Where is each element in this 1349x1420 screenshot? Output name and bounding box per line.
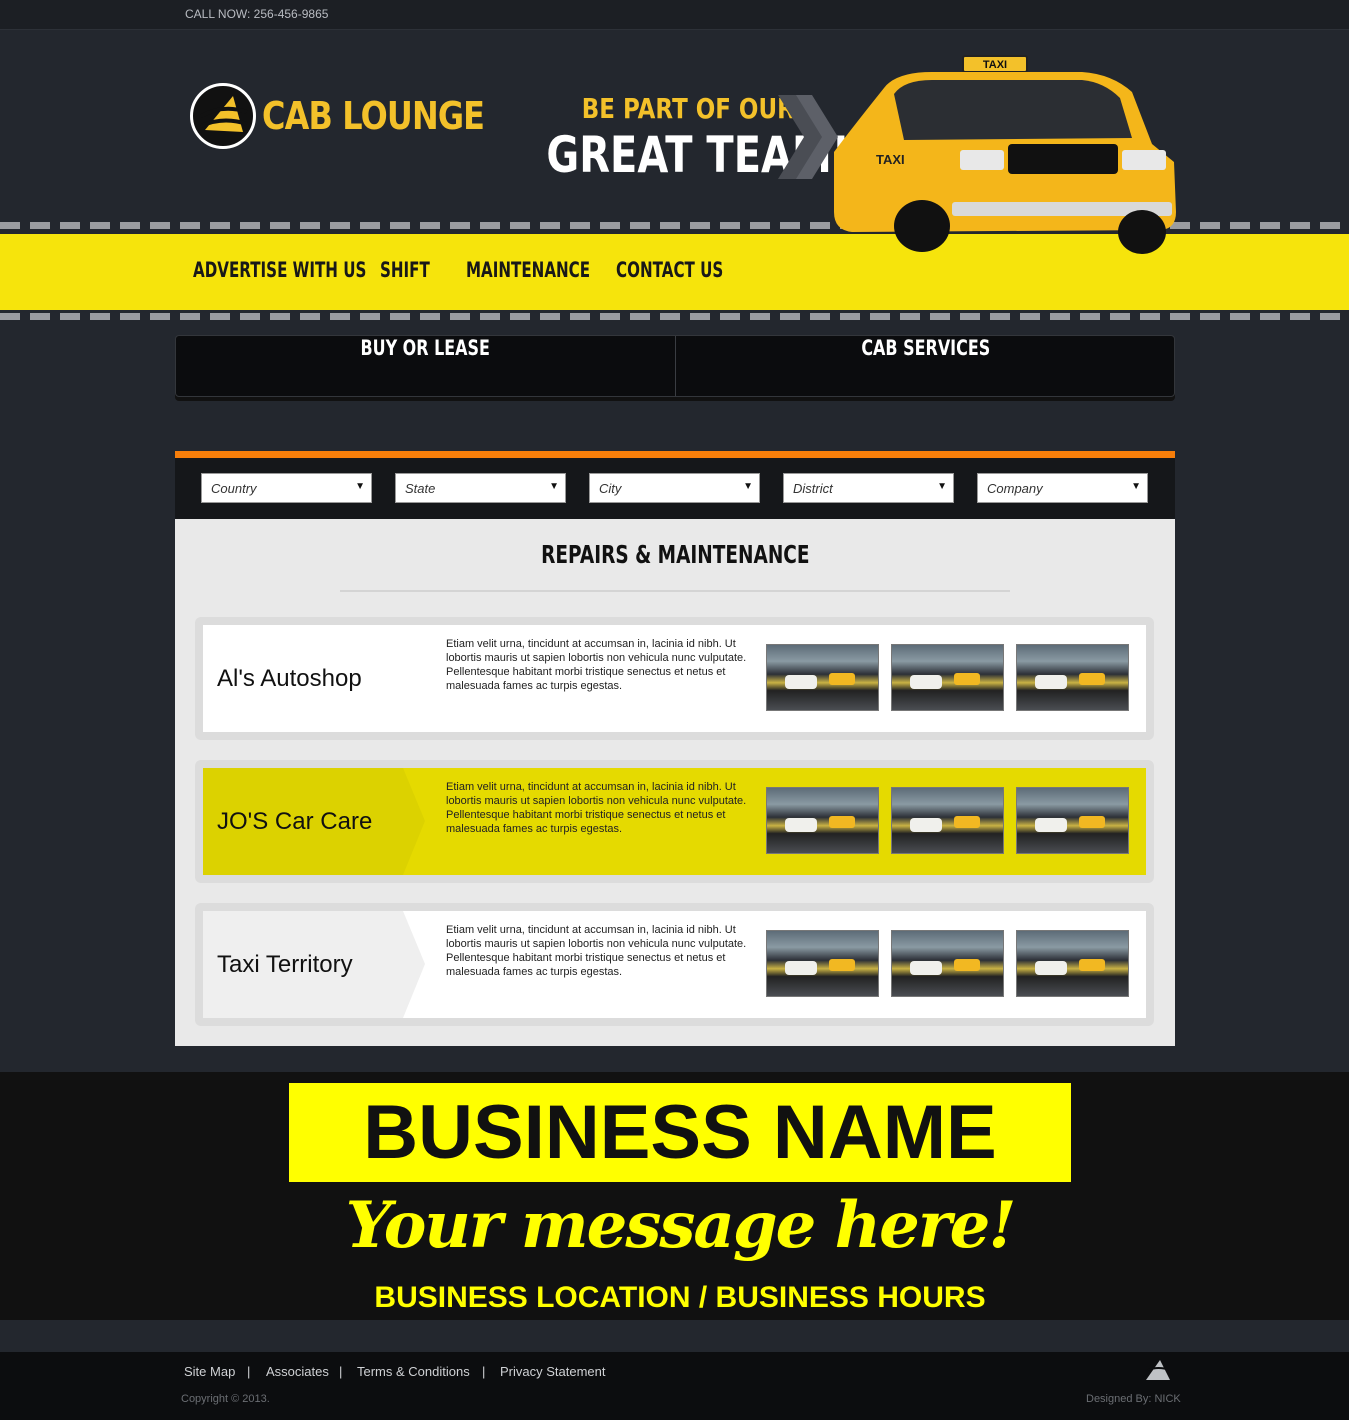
listing-card-body: Al's Autoshop Etiam velit urna, tincidun… [203, 625, 1146, 732]
tab-bar: BUY OR LEASE CAB SERVICES [175, 335, 1175, 397]
tab-cab-services[interactable]: CAB SERVICES [676, 336, 1175, 396]
listing-description: Etiam velit urna, tincidunt at accumsan … [446, 924, 747, 978]
road-stripe-bottom [0, 313, 1349, 320]
city-select[interactable]: City ▼ [589, 473, 760, 503]
copyright: Copyright © 2013. [181, 1393, 270, 1405]
logo-icon[interactable] [190, 83, 256, 149]
brand-name[interactable]: CAB LOUNGE [262, 94, 485, 138]
company-select[interactable]: Company ▼ [977, 473, 1148, 503]
taxi-sign-text: TAXI [983, 59, 1007, 71]
country-select-value: Country [211, 481, 257, 496]
taxi-car-image: TAXI TAXI [834, 55, 1176, 254]
district-select[interactable]: District ▼ [783, 473, 954, 503]
listing-photo[interactable] [766, 787, 879, 854]
tab-buy-or-lease[interactable]: BUY OR LEASE [176, 336, 675, 396]
listing-card-body: Taxi Territory Etiam velit urna, tincidu… [203, 911, 1146, 1018]
listing-photo[interactable] [1016, 787, 1129, 854]
dropdown-arrow-icon: ▼ [743, 481, 753, 492]
state-select-value: State [405, 481, 436, 496]
listing-photo[interactable] [766, 644, 879, 711]
call-now-text: CALL NOW: 256-456-9865 [185, 7, 329, 21]
section-title-text: REPAIRS & MAINTENANCE [540, 540, 810, 569]
listing-card[interactable]: Taxi Territory Etiam velit urna, tincidu… [195, 903, 1154, 1026]
listing-card[interactable]: JO'S Car Care Etiam velit urna, tincidun… [195, 760, 1154, 883]
nav-shift[interactable]: SHIFT [380, 258, 430, 282]
promo-message: Your message here! [345, 1188, 1017, 1263]
business-name: BUSINESS NAME [363, 1090, 997, 1175]
listing-photo[interactable] [766, 930, 879, 997]
listing-card[interactable]: Al's Autoshop Etiam velit urna, tincidun… [195, 617, 1154, 740]
listing-card-body: JO'S Car Care Etiam velit urna, tincidun… [203, 768, 1146, 875]
designed-by: Designed By: NICK [1086, 1393, 1181, 1405]
footer-logo-icon[interactable] [1144, 1358, 1172, 1382]
footer-separator: | [482, 1364, 486, 1379]
dropdown-arrow-icon: ▼ [1131, 481, 1141, 492]
listing-description: Etiam velit urna, tincidunt at accumsan … [446, 638, 747, 692]
dropdown-arrow-icon: ▼ [549, 481, 559, 492]
section-title: REPAIRS & MAINTENANCE [175, 540, 1175, 569]
footer-separator: | [339, 1364, 343, 1379]
state-select[interactable]: State ▼ [395, 473, 566, 503]
listing-photo[interactable] [1016, 930, 1129, 997]
listing-name[interactable]: JO'S Car Care [217, 768, 427, 875]
footer-separator: | [247, 1364, 251, 1379]
footer-link-associates[interactable]: Associates [266, 1364, 329, 1379]
dropdown-arrow-icon: ▼ [937, 481, 947, 492]
business-location-hours: BUSINESS LOCATION / BUSINESS HOURS [374, 1281, 986, 1314]
hero-tagline-1: BE PART OF OUR [581, 92, 795, 125]
dropdown-arrow-icon: ▼ [355, 481, 365, 492]
listing-photo[interactable] [891, 787, 1004, 854]
tab-cab-services-label: CAB SERVICES [861, 336, 990, 360]
listing-name[interactable]: Taxi Territory [217, 911, 427, 1018]
hero-tagline-2: GREAT TEAM! [546, 126, 851, 184]
footer-link-terms[interactable]: Terms & Conditions [357, 1364, 470, 1379]
taxi-door-text: TAXI [876, 152, 905, 167]
listing-description: Etiam velit urna, tincidunt at accumsan … [446, 781, 747, 835]
tab-buy-or-lease-label: BUY OR LEASE [360, 336, 491, 360]
city-select-value: City [599, 481, 622, 496]
company-select-value: Company [987, 481, 1043, 496]
chevron-right-icon [778, 95, 838, 179]
nav-maintenance[interactable]: MAINTENANCE [466, 258, 590, 282]
listing-photo[interactable] [891, 644, 1004, 711]
district-select-value: District [793, 481, 833, 496]
country-select[interactable]: Country ▼ [201, 473, 372, 503]
footer-link-privacy[interactable]: Privacy Statement [500, 1364, 606, 1379]
top-bar: CALL NOW: 256-456-9865 [0, 0, 1349, 30]
listing-photo[interactable] [891, 930, 1004, 997]
listing-photo[interactable] [1016, 644, 1129, 711]
title-divider [340, 590, 1010, 592]
nav-contact-us[interactable]: CONTACT US [616, 258, 723, 282]
footer-link-site-map[interactable]: Site Map [184, 1364, 235, 1379]
listing-name[interactable]: Al's Autoshop [217, 625, 427, 732]
nav-advertise-with-us[interactable]: ADVERTISE WITH US [193, 258, 366, 282]
